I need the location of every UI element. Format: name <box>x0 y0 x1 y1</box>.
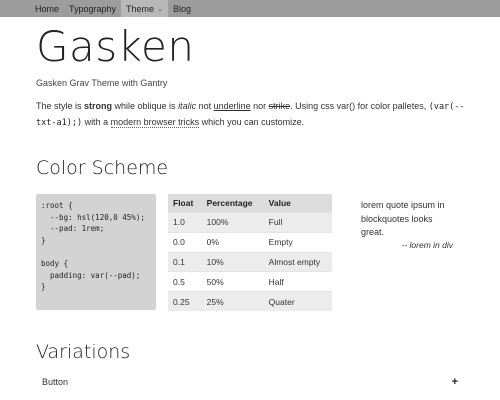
table-cell: 0% <box>201 231 264 253</box>
top-navbar: Home Typography Theme ⌄ Blog <box>0 0 500 17</box>
nav-item-typography[interactable]: Typography <box>64 0 121 17</box>
table-row: 0.0 0% Empty <box>168 231 332 253</box>
table-cell: Quater <box>263 291 332 311</box>
table-cell: Full <box>263 212 332 233</box>
table-row: 0.1 10% Almost empty <box>168 251 332 272</box>
table-cell: 100% <box>201 212 264 233</box>
page-title: Gasken <box>36 22 195 71</box>
table-cell: 1.0 <box>168 212 202 233</box>
nav-item-label: Theme <box>126 3 155 14</box>
intro-paragraph: The style is strong while oblique is ita… <box>36 99 466 131</box>
intro-text: The style is <box>36 101 85 111</box>
table-cell: Empty <box>263 231 332 253</box>
plus-icon: + <box>451 376 458 388</box>
table-row: 1.0 100% Full <box>168 212 332 233</box>
table-cell: 0.1 <box>168 251 202 272</box>
accordion-label: Button <box>42 377 69 387</box>
page-subtitle: Gasken Grav Theme with Gantry <box>36 78 168 88</box>
variations-heading: Variations <box>36 341 131 363</box>
nav-item-label: Typography <box>69 3 117 14</box>
intro-strike: strike <box>268 101 291 111</box>
chevron-down-icon: ⌄ <box>157 5 163 13</box>
intro-text: . Using css var() for color palletes, <box>290 101 429 111</box>
table-cell: Half <box>263 271 332 292</box>
intro-text: with a <box>82 117 111 127</box>
modern-browser-tricks-link[interactable]: modern browser tricks <box>110 117 200 128</box>
table-cell: 0.25 <box>168 291 202 311</box>
intro-text: nor <box>250 101 269 111</box>
intro-text: while oblique is <box>112 101 179 111</box>
nav-item-blog[interactable]: Blog <box>168 0 196 17</box>
table-cell: 25% <box>201 291 264 311</box>
intro-text: which you can customize. <box>199 117 305 127</box>
column-header-value: Value <box>263 194 332 213</box>
table-cell: Almost empty <box>263 251 332 272</box>
table-cell: 50% <box>201 271 264 292</box>
code-block: :root { --bg: hsl(120,0 45%); --pad: 1re… <box>36 194 156 310</box>
intro-text: not <box>196 101 214 111</box>
table-row: 0.25 25% Quater <box>168 291 332 311</box>
intro-strong: strong <box>84 101 113 111</box>
column-header-percentage: Percentage <box>201 194 264 213</box>
values-table: Float Percentage Value 1.0 100% Full 0.0… <box>168 194 332 311</box>
intro-italic: italic <box>178 101 197 111</box>
table-cell: 0.5 <box>168 271 202 292</box>
nav-item-theme[interactable]: Theme ⌄ <box>121 0 168 17</box>
table-header-row: Float Percentage Value <box>168 194 332 213</box>
nav-item-home[interactable]: Home <box>30 0 64 17</box>
color-scheme-heading: Color Scheme <box>36 157 169 179</box>
column-header-float: Float <box>168 194 202 213</box>
blockquote-text: lorem quote ipsum in blockquotes looks g… <box>361 200 445 237</box>
table-cell: 10% <box>201 251 264 272</box>
nav-item-label: Blog <box>172 3 191 14</box>
button-accordion-toggle[interactable]: Button + <box>36 373 464 391</box>
intro-underline: underline <box>213 101 251 111</box>
blockquote-citation: -- lorem in div <box>401 240 453 250</box>
nav-item-label: Home <box>35 3 60 14</box>
table-cell: 0.0 <box>168 231 202 253</box>
table-row: 0.5 50% Half <box>168 271 332 292</box>
